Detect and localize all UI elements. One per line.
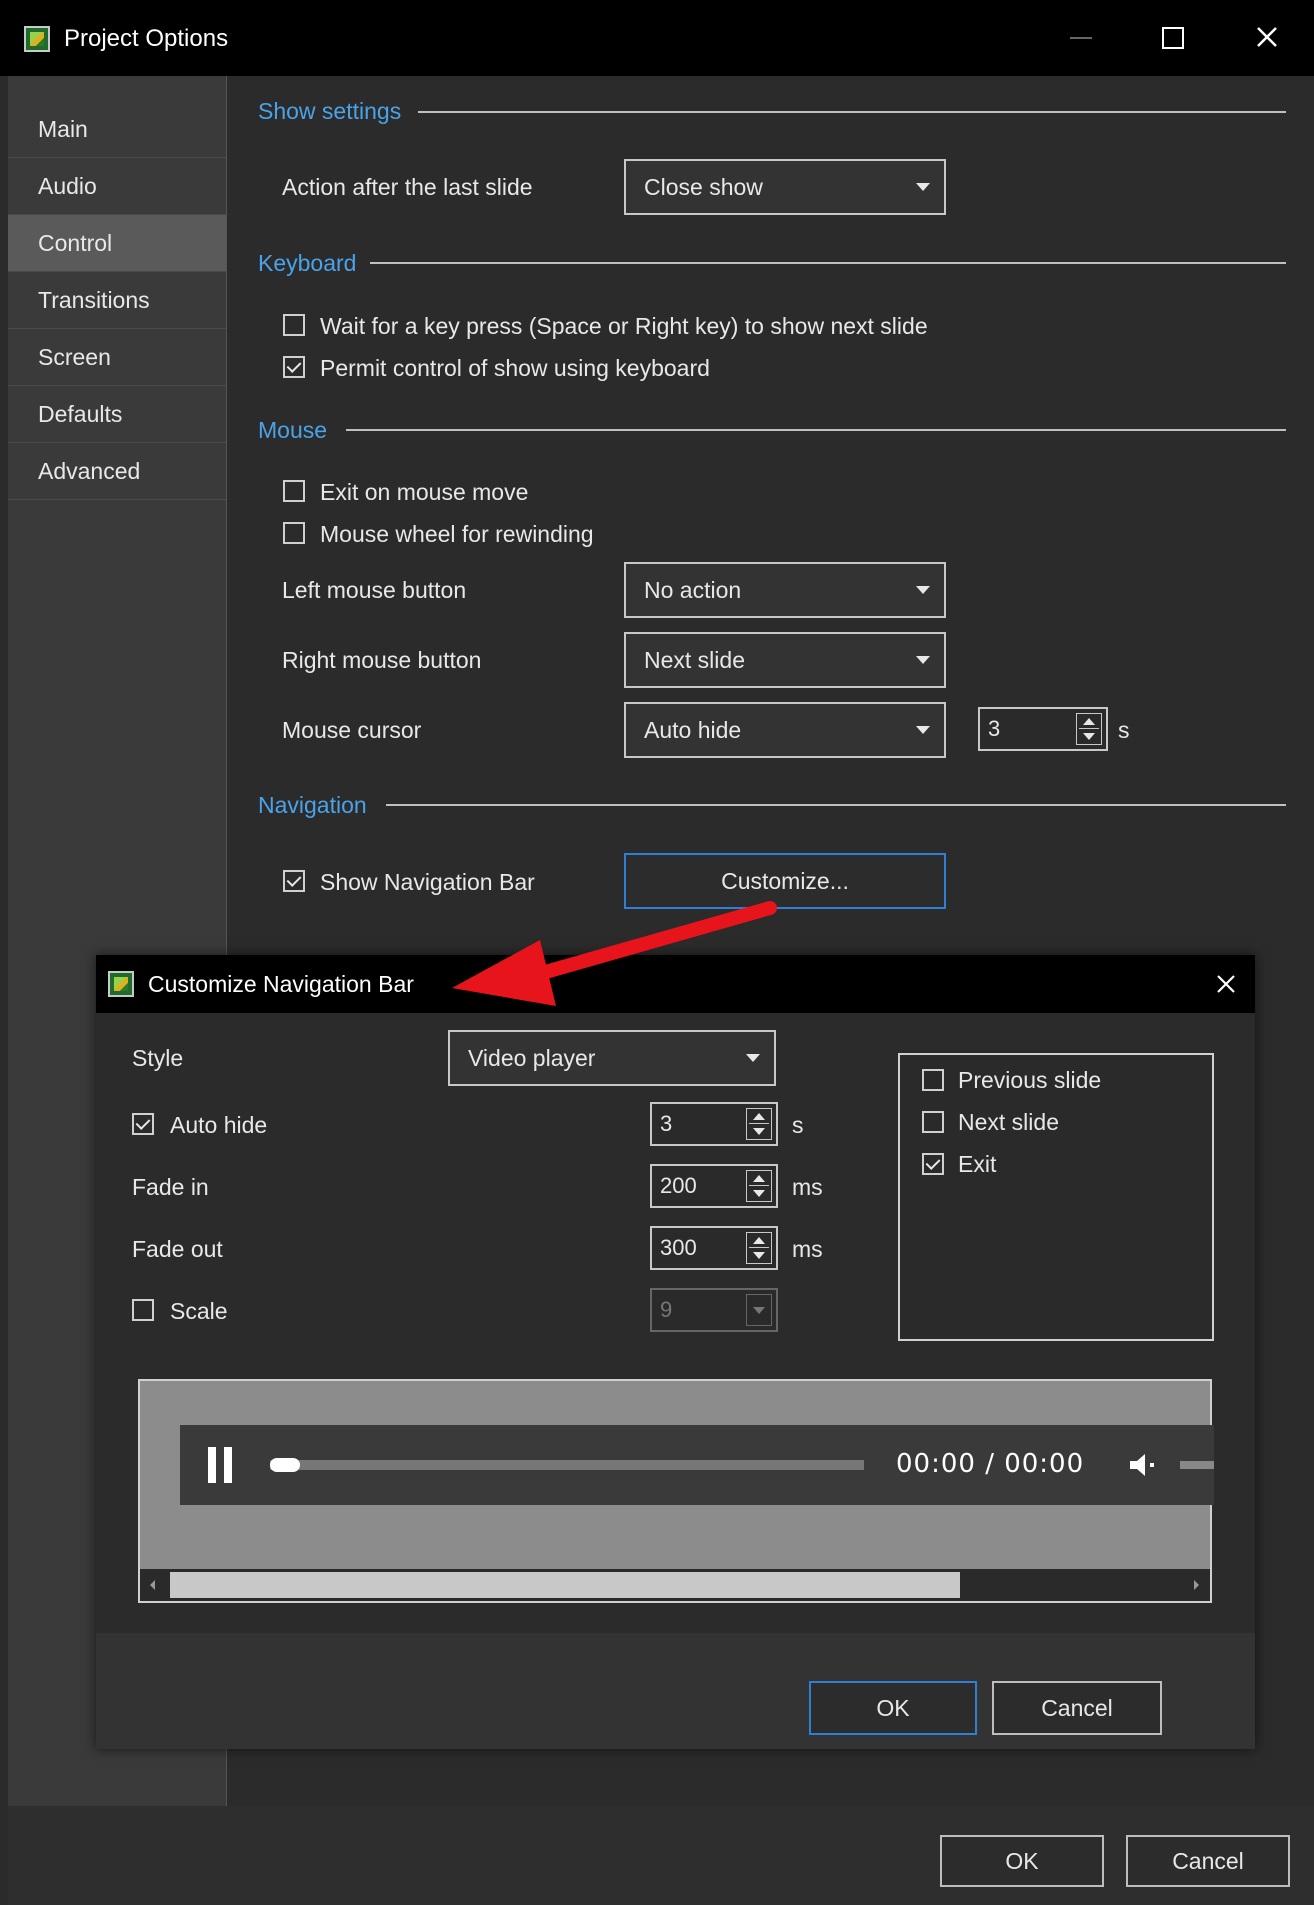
- red-pointer-arrow: [452, 901, 777, 1006]
